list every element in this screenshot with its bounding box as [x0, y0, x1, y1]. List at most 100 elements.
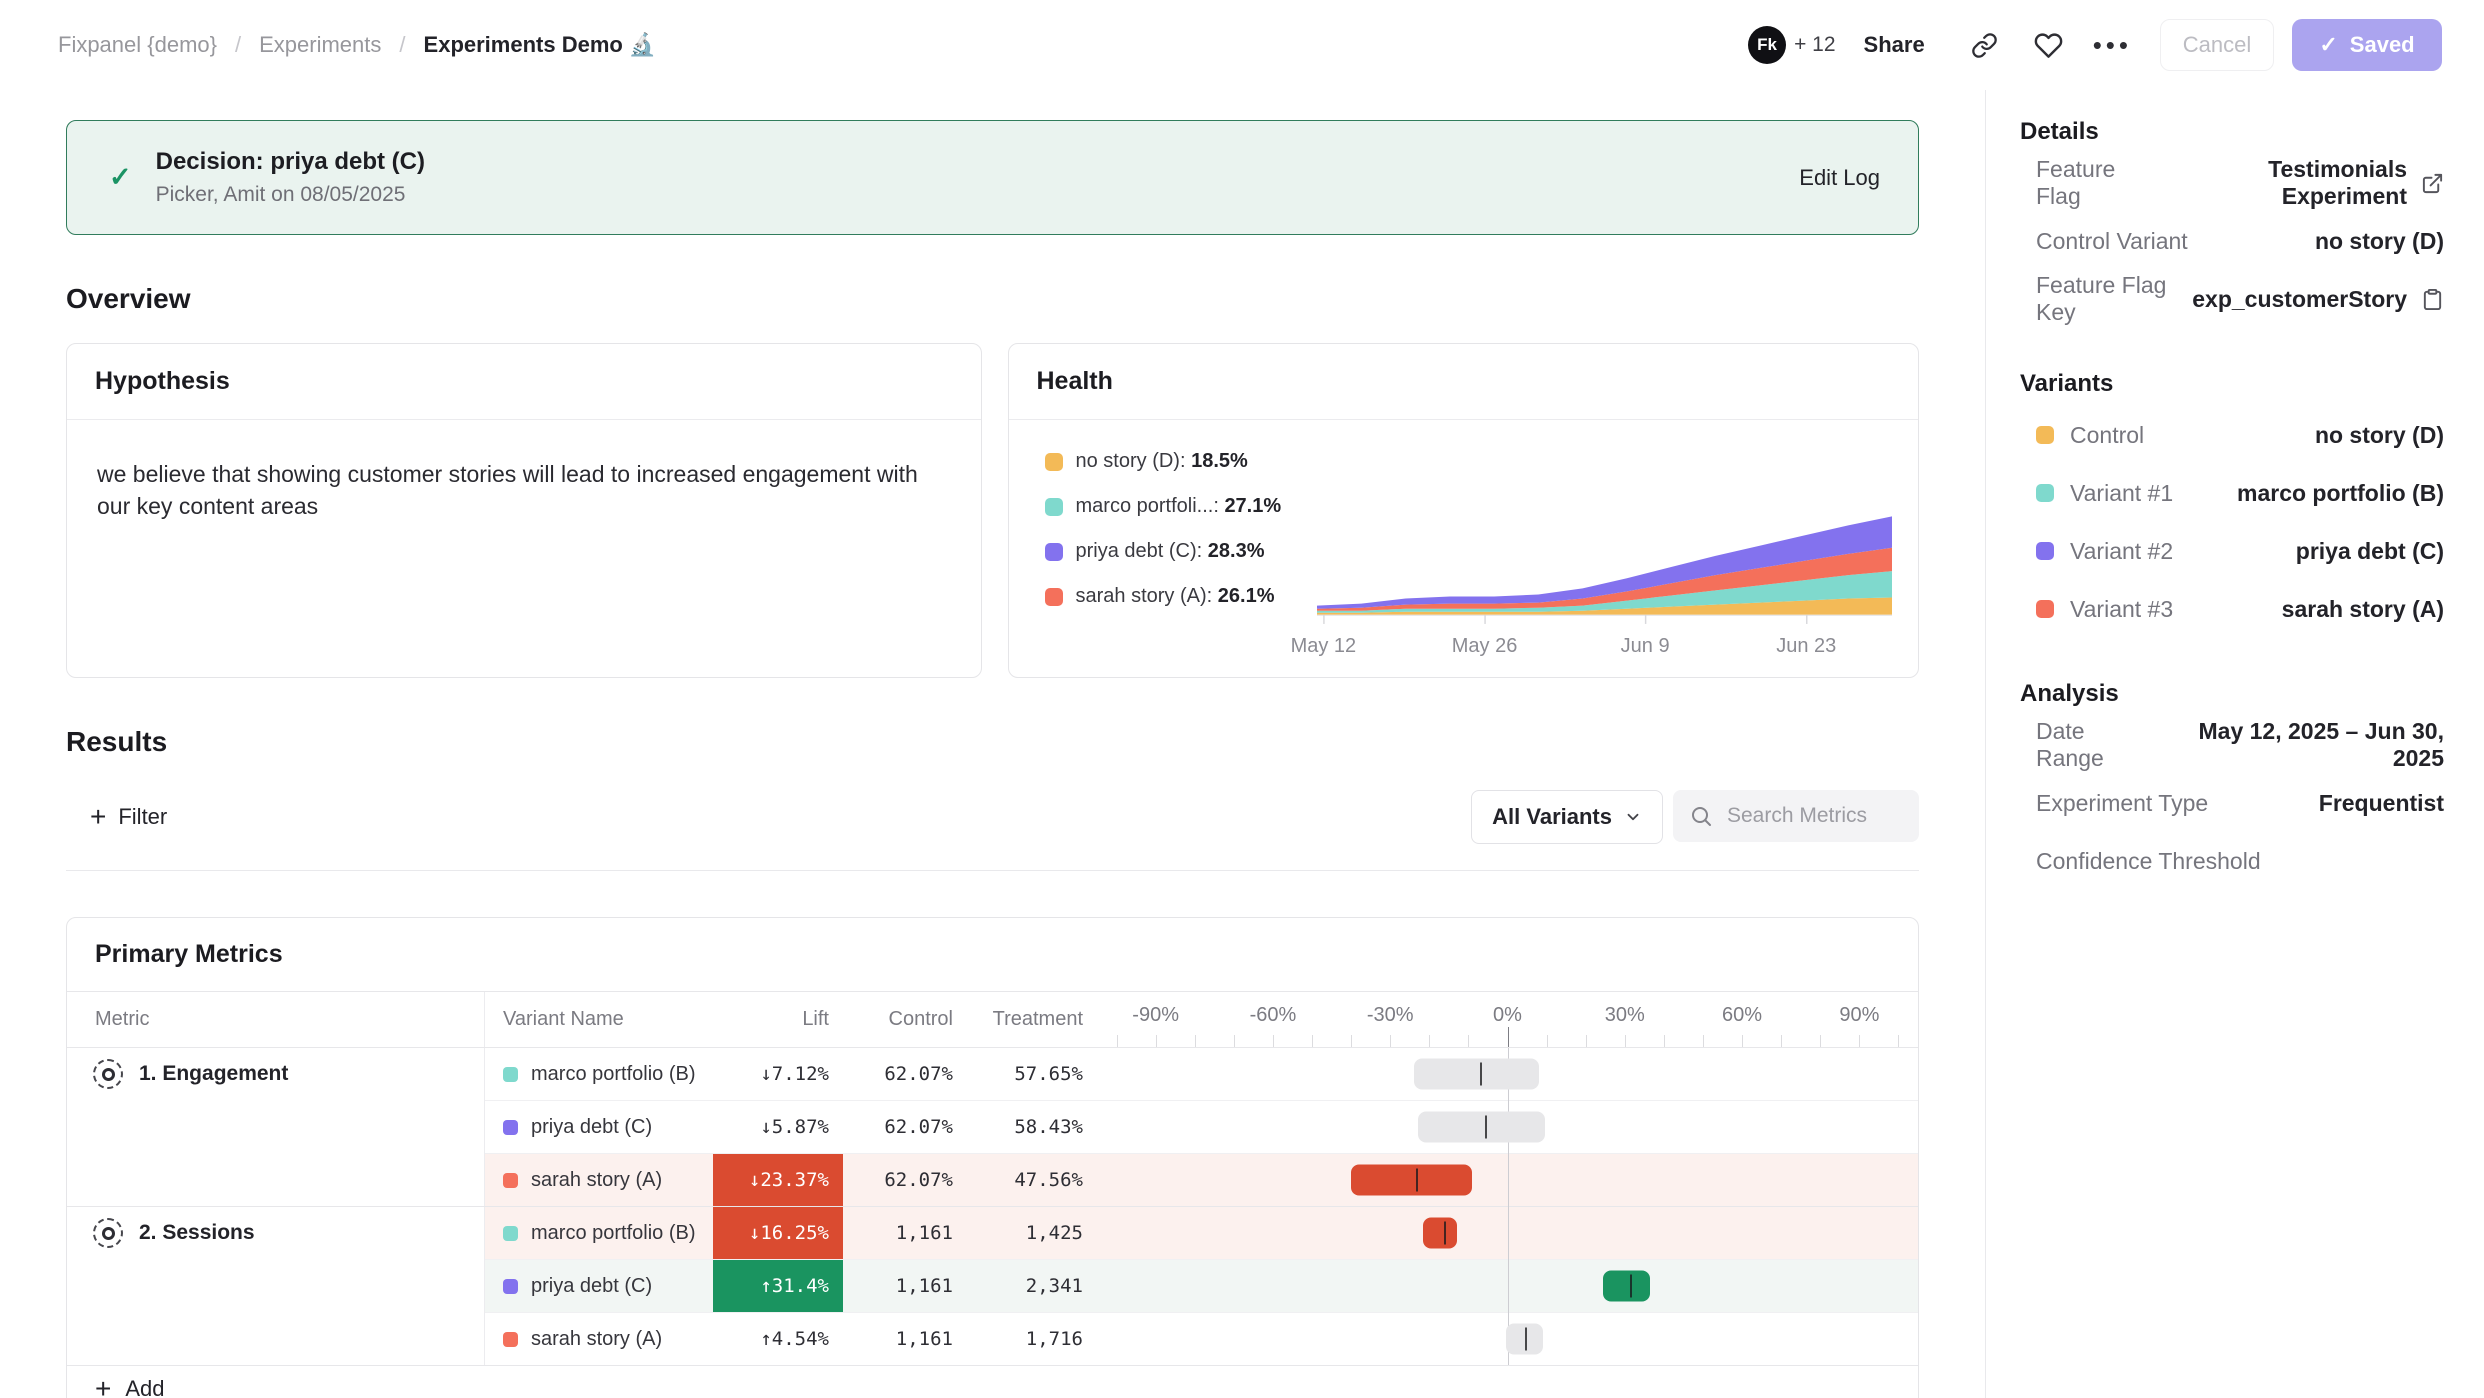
plus-icon: + [90, 803, 106, 831]
decision-text: Decision: priya debt (C) Picker, Amit on… [156, 148, 425, 207]
favorite-heart-icon[interactable] [2029, 25, 2069, 65]
x-axis-label: May 12 [1291, 635, 1357, 658]
add-metric-button[interactable]: + Add [67, 1365, 1918, 1398]
variant-swatch [2036, 484, 2054, 502]
detail-row-label: Feature Flag [2036, 156, 2157, 210]
lift-value: ↓7.12% [760, 1063, 829, 1085]
treatment-value: 1,425 [1026, 1222, 1083, 1244]
edit-log-button[interactable]: Edit Log [1799, 165, 1880, 191]
avatar[interactable]: Fk [1748, 26, 1786, 64]
variants-dropdown[interactable]: All Variants [1471, 790, 1663, 844]
control-cell: 62.07% [843, 1154, 967, 1206]
analysis-row: Date RangeMay 12, 2025 – Jun 30, 2025 [2036, 716, 2444, 774]
lift-axis-tick-label: -60% [1250, 1004, 1297, 1027]
confidence-interval-bar [1506, 1324, 1543, 1355]
col-header-control: Control [843, 992, 967, 1047]
axis-minor-tick [1859, 1035, 1860, 1047]
external-link-icon[interactable] [2421, 172, 2444, 195]
col-header-treatment: Treatment [967, 992, 1097, 1047]
add-filter-button[interactable]: + Filter [90, 803, 167, 831]
metric-cell: 1. Engagement [67, 1048, 485, 1206]
variant-name-cell: marco portfolio (B) [485, 1048, 713, 1100]
variant-result-row[interactable]: marco portfolio (B)↓7.12%62.07%57.65% [485, 1048, 1918, 1100]
variant-result-row[interactable]: sarah story (A) ↓23.37% 62.07% 47.56% [485, 1153, 1918, 1206]
variant-result-row[interactable]: marco portfolio (B)↓16.25%1,1611,425 [485, 1207, 1918, 1259]
legend-swatch [1045, 543, 1063, 561]
clipboard-icon[interactable] [2421, 288, 2444, 311]
collaborators-count[interactable]: + 12 [1794, 33, 1835, 57]
page-body: ✓ Decision: priya debt (C) Picker, Amit … [0, 90, 2484, 1398]
detail-row-label: Control Variant [2036, 228, 2188, 255]
analysis-row-value: May 12, 2025 – Jun 30, 2025 [2154, 718, 2444, 772]
variant-color-dot [503, 1120, 518, 1135]
lift-axis-tick-label: -90% [1132, 1004, 1179, 1027]
variant-name-cell: sarah story (A) [485, 1154, 713, 1206]
variant-name-cell: priya debt (C) [485, 1260, 713, 1312]
hypothesis-card: Hypothesis we believe that showing custo… [66, 343, 982, 678]
hypothesis-body[interactable]: we believe that showing customer stories… [67, 420, 981, 560]
metric-name-wrap[interactable]: 2. Sessions [67, 1207, 484, 1259]
metric-target-icon [93, 1059, 123, 1089]
treatment-cell: 58.43% [967, 1101, 1097, 1153]
treatment-value: 47.56% [1014, 1169, 1083, 1191]
treatment-cell: 2,341 [967, 1260, 1097, 1312]
decision-subtitle: Picker, Amit on 08/05/2025 [156, 183, 425, 207]
axis-minor-tick [1117, 1035, 1118, 1047]
share-button[interactable]: Share [1864, 32, 1925, 58]
analysis-heading: Analysis [2020, 680, 2444, 708]
detail-row-value: no story (D) [2315, 228, 2444, 255]
metric-name-wrap[interactable]: 1. Engagement [67, 1048, 484, 1100]
variant-result-row[interactable]: sarah story (A)↑4.54%1,1611,716 [485, 1312, 1918, 1365]
variant-result-row[interactable]: priya debt (C)↓5.87%62.07%58.43% [485, 1100, 1918, 1153]
more-options-icon[interactable]: ••• [2093, 30, 2132, 61]
axis-minor-tick [1429, 1035, 1430, 1047]
lift-axis-tick-label: -30% [1367, 1004, 1414, 1027]
decision-banner: ✓ Decision: priya debt (C) Picker, Amit … [66, 120, 1919, 235]
confidence-interval-mean-tick [1630, 1275, 1632, 1298]
lift-axis-tick-label: 30% [1605, 1004, 1645, 1027]
variant-result-row[interactable]: priya debt (C)↑31.4%1,1612,341 [485, 1259, 1918, 1312]
variant-name: sarah story (A) [531, 1169, 662, 1192]
metric-target-icon [93, 1218, 123, 1248]
detail-row-label: Feature Flag Key [2036, 272, 2192, 326]
variants-dropdown-label: All Variants [1492, 804, 1612, 830]
confidence-interval-bar [1351, 1165, 1472, 1196]
saved-button[interactable]: ✓ Saved [2292, 19, 2442, 71]
lift-value-wrap: ↓23.37% [713, 1154, 843, 1206]
lift-value-wrap: ↑31.4% [713, 1260, 843, 1312]
breadcrumb-item[interactable]: Experiments [259, 32, 381, 58]
search-icon [1689, 804, 1713, 828]
treatment-cell: 1,716 [967, 1313, 1097, 1365]
variants-rows: Controlno story (D)Variant #1marco portf… [2020, 406, 2444, 638]
results-toolbar: + Filter All Variants [66, 790, 1919, 844]
treatment-value: 2,341 [1026, 1275, 1083, 1297]
variant-color-dot [503, 1226, 518, 1241]
detail-row: Control Variant no story (D) [2036, 212, 2444, 270]
lift-value-wrap: ↑4.54% [713, 1313, 843, 1365]
axis-minor-tick [1781, 1035, 1782, 1047]
control-value: 62.07% [884, 1169, 953, 1191]
breadcrumb-separator: / [399, 32, 405, 58]
copy-link-icon[interactable] [1965, 25, 2005, 65]
x-axis-label: Jun 9 [1621, 635, 1670, 658]
lift-value-wrap: ↓7.12% [713, 1048, 843, 1100]
cancel-button[interactable]: Cancel [2160, 19, 2274, 71]
breadcrumb-item[interactable]: Fixpanel {demo} [58, 32, 217, 58]
control-value: 62.07% [884, 1116, 953, 1138]
lift-cell: ↓5.87% [713, 1101, 843, 1153]
confidence-interval-bar [1414, 1059, 1539, 1090]
treatment-value: 57.65% [1014, 1063, 1083, 1085]
lift-cell: ↑4.54% [713, 1313, 843, 1365]
confidence-interval-mean-tick [1444, 1222, 1446, 1245]
axis-minor-tick [1703, 1035, 1704, 1047]
axis-minor-tick [1312, 1035, 1313, 1047]
health-legend-item: no story (D): 18.5% [1045, 450, 1309, 473]
control-cell: 1,161 [843, 1313, 967, 1365]
variant-swatch [2036, 542, 2054, 560]
lift-cell: ↓16.25% [713, 1207, 843, 1259]
variant-row-value: priya debt (C) [2296, 538, 2444, 565]
variant-name: marco portfolio (B) [531, 1222, 696, 1245]
variant-row-label: Variant #1 [2036, 480, 2173, 507]
search-metrics-input[interactable] [1725, 803, 1897, 829]
topbar-actions: Fk + 12 Share ••• Cancel ✓ Saved [1748, 19, 2442, 71]
